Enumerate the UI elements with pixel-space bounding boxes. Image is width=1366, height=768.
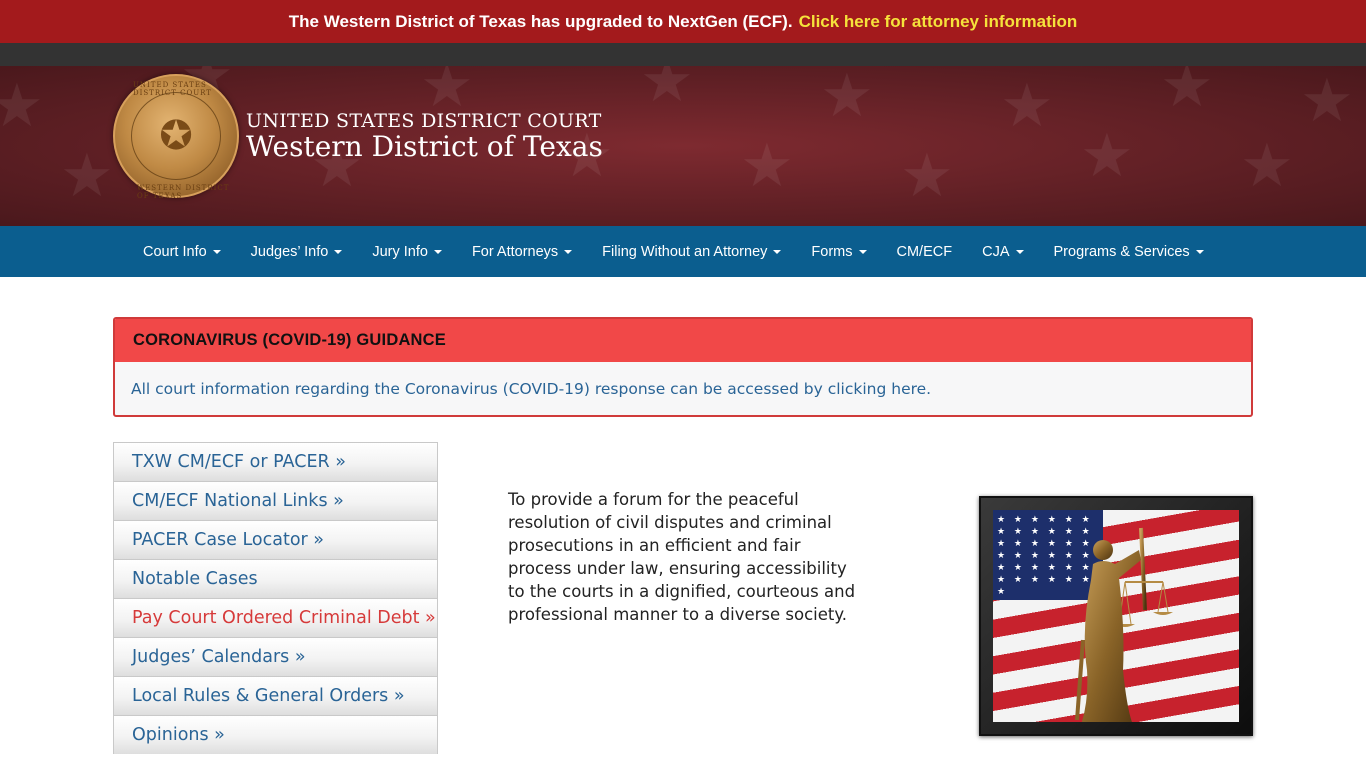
nav-item-label: For Attorneys bbox=[471, 243, 559, 260]
sidebar-link[interactable]: Opinions » bbox=[113, 715, 438, 754]
nav-item-label: Court Info bbox=[143, 243, 207, 260]
star-decoration: ★ bbox=[640, 66, 694, 116]
nav-item-label: Judges’ Info bbox=[250, 243, 329, 260]
nav-item-label: Jury Info bbox=[372, 243, 428, 260]
sidebar-link[interactable]: TXW CM/ECF or PACER » bbox=[113, 442, 438, 481]
sidebar-link[interactable]: Pay Court Ordered Criminal Debt » bbox=[113, 598, 438, 637]
sidebar-link[interactable]: Judges’ Calendars » bbox=[113, 637, 438, 676]
star-decoration: ★ bbox=[1160, 66, 1214, 121]
star-decoration: ★ bbox=[1300, 66, 1354, 136]
caret-down-icon bbox=[1015, 249, 1024, 254]
nav-item-programs-services[interactable]: Programs & Services bbox=[1039, 226, 1219, 277]
sidebar-link[interactable]: Notable Cases bbox=[113, 559, 438, 598]
seal-inner-ring: ✪ bbox=[131, 92, 221, 180]
nav-item-cm-ecf[interactable]: CM/ECF bbox=[882, 226, 968, 277]
star-decoration: ★ bbox=[1240, 131, 1294, 201]
star-decoration: ★ bbox=[1080, 121, 1134, 191]
nav-item-label: Forms bbox=[811, 243, 853, 260]
star-decoration: ★ bbox=[820, 66, 874, 131]
court-seal-logo[interactable]: UNITED STATES DISTRICT COURT ✪ WESTERN D… bbox=[113, 74, 239, 200]
nav-item-label: CM/ECF bbox=[896, 243, 953, 260]
caret-down-icon bbox=[858, 249, 867, 254]
caret-down-icon bbox=[564, 249, 573, 254]
announcement-bar: The Western District of Texas has upgrad… bbox=[0, 0, 1366, 43]
star-decoration: ★ bbox=[1000, 71, 1054, 141]
main-nav: Court Info Judges’ Info Jury Info For Attor… bbox=[0, 226, 1366, 277]
nav-item-cja[interactable]: CJA bbox=[967, 226, 1038, 277]
star-decoration: ★ bbox=[740, 131, 794, 201]
nav-item-court-info[interactable]: Court Info bbox=[128, 226, 236, 277]
attorney-info-link[interactable]: Click here for attorney information bbox=[799, 12, 1078, 32]
nav-item-label: CJA bbox=[982, 243, 1010, 260]
quick-links-sidebar: TXW CM/ECF or PACER » CM/ECF National Lin… bbox=[113, 442, 438, 754]
seal-text-bottom: WESTERN DISTRICT OF TEXAS bbox=[137, 184, 230, 200]
eagle-icon: ✪ bbox=[159, 113, 193, 159]
star-decoration: ★ bbox=[900, 141, 954, 211]
nav-item-forms[interactable]: Forms bbox=[796, 226, 881, 277]
top-strip bbox=[0, 43, 1366, 66]
sidebar-link[interactable]: CM/ECF National Links » bbox=[113, 481, 438, 520]
covid-guidance-title: CORONAVIRUS (COVID-19) GUIDANCE bbox=[115, 319, 1251, 362]
caret-down-icon bbox=[773, 249, 782, 254]
caret-down-icon bbox=[334, 249, 343, 254]
nav-item-for-attorneys[interactable]: For Attorneys bbox=[457, 226, 587, 277]
nav-item-filing-without-an-attorney[interactable]: Filing Without an Attorney bbox=[587, 226, 796, 277]
court-name-line1: UNITED STATES DISTRICT COURT bbox=[246, 110, 602, 132]
site-header: ★ ★ ★ ★ ★ ★ ★ ★ ★ ★ ★ ★ ★ ★ ★ UNITED STA… bbox=[0, 66, 1366, 226]
court-name[interactable]: UNITED STATES DISTRICT COURT Western Dis… bbox=[246, 110, 603, 162]
nav-item-judges-info[interactable]: Judges’ Info bbox=[236, 226, 358, 277]
lady-justice-statue-icon bbox=[1075, 527, 1173, 722]
caret-down-icon bbox=[433, 249, 442, 254]
nav-item-jury-info[interactable]: Jury Info bbox=[357, 226, 457, 277]
covid-guidance-panel: CORONAVIRUS (COVID-19) GUIDANCE All cour… bbox=[113, 317, 1253, 417]
star-decoration: ★ bbox=[420, 66, 474, 121]
nav-item-label: Programs & Services bbox=[1053, 243, 1190, 260]
star-decoration: ★ bbox=[0, 71, 44, 141]
american-flag-image: ★ ★ ★ ★ ★ ★ ★ ★ ★ ★ ★ ★ ★ ★ ★ ★ ★ ★ ★ ★ … bbox=[993, 510, 1239, 722]
lady-justice-image: ★ ★ ★ ★ ★ ★ ★ ★ ★ ★ ★ ★ ★ ★ ★ ★ ★ ★ ★ ★ … bbox=[979, 496, 1253, 736]
sidebar-link[interactable]: Local Rules & General Orders » bbox=[113, 676, 438, 715]
mission-statement: To provide a forum for the peaceful reso… bbox=[508, 490, 856, 624]
sidebar-link[interactable]: PACER Case Locator » bbox=[113, 520, 438, 559]
covid-guidance-link[interactable]: All court information regarding the Coro… bbox=[115, 362, 1251, 415]
star-decoration: ★ bbox=[60, 141, 114, 211]
announcement-text: The Western District of Texas has upgrad… bbox=[288, 11, 793, 31]
nav-item-label: Filing Without an Attorney bbox=[602, 243, 768, 260]
court-name-line2: Western District of Texas bbox=[246, 130, 603, 163]
caret-down-icon bbox=[212, 249, 221, 254]
caret-down-icon bbox=[1195, 249, 1204, 254]
